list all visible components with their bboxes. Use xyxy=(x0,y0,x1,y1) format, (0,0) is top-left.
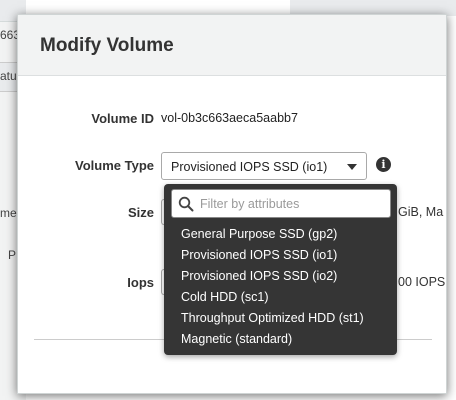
volume-id-label: Volume ID xyxy=(91,111,154,126)
background-fragment-header: atu xyxy=(0,69,17,83)
filter-input[interactable] xyxy=(200,194,386,214)
dialog-header: Modify Volume xyxy=(18,15,446,76)
size-label: Size xyxy=(127,205,154,220)
option-list: General Purpose SSD (gp2) Provisioned IO… xyxy=(164,224,397,350)
option-st1[interactable]: Throughput Optimized HDD (st1) xyxy=(164,308,397,329)
option-standard[interactable]: Magnetic (standard) xyxy=(164,329,397,350)
volume-type-select[interactable]: Provisioned IOPS SSD (io1) xyxy=(161,152,367,180)
volume-type-dropdown: General Purpose SSD (gp2) Provisioned IO… xyxy=(164,184,397,355)
info-icon[interactable]: i xyxy=(376,157,391,172)
volume-type-label: Volume Type xyxy=(75,158,154,173)
iops-label: Iops xyxy=(127,275,154,290)
screen: 663 atu me P Modify Volume Volume ID vol… xyxy=(0,0,456,400)
volume-id-value: vol-0b3c663aeca5aabb7 xyxy=(161,111,298,125)
option-sc1[interactable]: Cold HDD (sc1) xyxy=(164,287,397,308)
background-fragment-left-2: P xyxy=(8,248,17,262)
iops-hint: 00 IOPS xyxy=(398,275,446,289)
option-gp2[interactable]: General Purpose SSD (gp2) xyxy=(164,224,397,245)
volume-type-selected: Provisioned IOPS SSD (io1) xyxy=(171,160,328,174)
option-io2[interactable]: Provisioned IOPS SSD (io2) xyxy=(164,266,397,287)
option-io1[interactable]: Provisioned IOPS SSD (io1) xyxy=(164,245,397,266)
search-icon xyxy=(178,196,194,212)
chevron-down-icon xyxy=(347,164,357,170)
modify-volume-dialog: Modify Volume Volume ID vol-0b3c663aeca5… xyxy=(17,14,447,394)
dialog-title: Modify Volume xyxy=(40,35,174,56)
size-hint: GiB, Ma xyxy=(398,205,444,219)
filter-box[interactable] xyxy=(171,189,391,218)
background-fragment-left-1: me xyxy=(0,206,17,220)
